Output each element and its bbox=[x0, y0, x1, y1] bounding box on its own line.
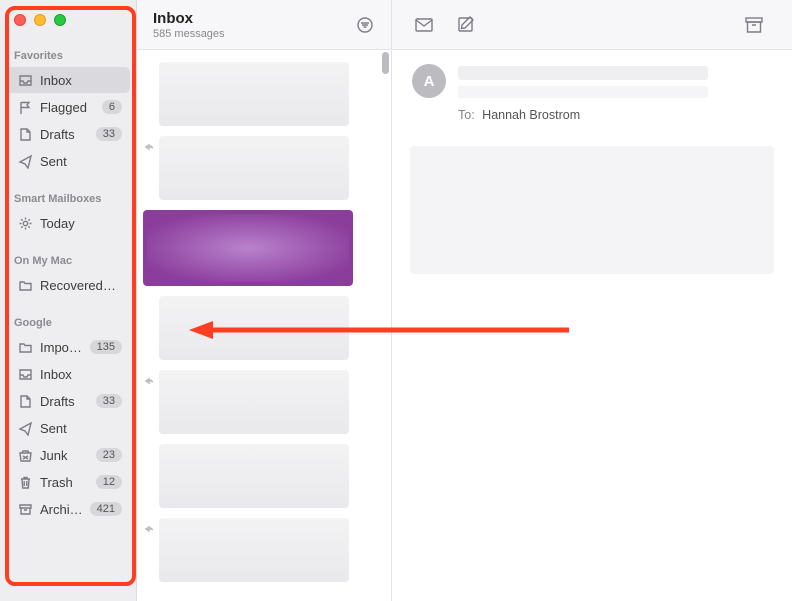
replied-icon bbox=[141, 522, 155, 536]
message-item[interactable] bbox=[159, 370, 349, 434]
archive-icon bbox=[744, 15, 764, 35]
window-controls bbox=[0, 0, 136, 26]
flag-icon bbox=[16, 100, 34, 115]
sidebar-item-label: Flagged bbox=[40, 100, 102, 115]
sidebar-item-drafts[interactable]: Drafts33 bbox=[6, 121, 130, 147]
message-item[interactable] bbox=[159, 296, 349, 360]
sidebar-item-today[interactable]: Today bbox=[6, 210, 130, 236]
sidebar-item-inbox[interactable]: Inbox bbox=[6, 361, 130, 387]
sidebar-item-label: Impo… bbox=[40, 340, 90, 355]
to-label: To: bbox=[458, 108, 475, 122]
count-badge: 23 bbox=[96, 448, 122, 462]
count-badge: 421 bbox=[90, 502, 122, 516]
filter-button[interactable] bbox=[351, 11, 379, 39]
envelope-icon bbox=[414, 15, 434, 35]
message-body-redacted bbox=[410, 146, 774, 274]
sidebar-item-sent[interactable]: Sent bbox=[6, 415, 130, 441]
message-list[interactable] bbox=[137, 50, 391, 601]
gear-icon bbox=[16, 216, 34, 231]
message-list-header: Inbox 585 messages bbox=[137, 0, 391, 50]
sidebar-section-header: Smart Mailboxes bbox=[0, 175, 136, 209]
reply-button[interactable] bbox=[406, 10, 442, 40]
sidebar-item-junk[interactable]: Junk23 bbox=[6, 442, 130, 468]
filter-icon bbox=[356, 16, 374, 34]
plane-icon bbox=[16, 421, 34, 436]
from-redacted bbox=[458, 66, 708, 80]
sidebar: FavoritesInboxFlagged6Drafts33SentSmart … bbox=[0, 0, 137, 601]
archive-icon bbox=[16, 502, 34, 517]
zoom-window-button[interactable] bbox=[54, 14, 66, 26]
message-item[interactable] bbox=[159, 136, 349, 200]
sidebar-section-header: Favorites bbox=[0, 26, 136, 66]
junk-icon bbox=[16, 448, 34, 463]
sidebar-item-label: Sent bbox=[40, 154, 122, 169]
replied-icon bbox=[141, 140, 155, 154]
doc-icon bbox=[16, 394, 34, 409]
message-item[interactable] bbox=[143, 210, 353, 286]
sidebar-section-header: Google bbox=[0, 299, 136, 333]
message-item[interactable] bbox=[159, 518, 349, 582]
count-badge: 33 bbox=[96, 127, 122, 141]
to-line: To: Hannah Brostrom bbox=[458, 108, 772, 122]
sidebar-item-drafts[interactable]: Drafts33 bbox=[6, 388, 130, 414]
sidebar-item-label: Archi… bbox=[40, 502, 90, 517]
message-item[interactable] bbox=[159, 444, 349, 508]
sidebar-item-label: Sent bbox=[40, 421, 122, 436]
archive-button[interactable] bbox=[736, 10, 772, 40]
compose-icon bbox=[456, 15, 476, 35]
folder-icon bbox=[16, 278, 34, 293]
reader-toolbar bbox=[392, 0, 792, 50]
sidebar-item-label: Junk bbox=[40, 448, 96, 463]
sidebar-item-recovered[interactable]: Recovered… bbox=[6, 272, 130, 298]
count-badge: 6 bbox=[102, 100, 122, 114]
close-window-button[interactable] bbox=[14, 14, 26, 26]
sidebar-item-archi[interactable]: Archi…421 bbox=[6, 496, 130, 522]
message-item[interactable] bbox=[159, 62, 349, 126]
count-badge: 135 bbox=[90, 340, 122, 354]
sidebar-item-label: Trash bbox=[40, 475, 96, 490]
compose-button[interactable] bbox=[448, 10, 484, 40]
replied-icon bbox=[141, 374, 155, 388]
mailbox-subtitle: 585 messages bbox=[153, 28, 225, 40]
avatar: A bbox=[412, 64, 446, 98]
scrollbar-thumb[interactable] bbox=[382, 52, 389, 74]
sidebar-item-label: Inbox bbox=[40, 73, 122, 88]
mailbox-title: Inbox bbox=[153, 10, 225, 27]
sidebar-item-flagged[interactable]: Flagged6 bbox=[6, 94, 130, 120]
folder-icon bbox=[16, 340, 34, 355]
plane-icon bbox=[16, 154, 34, 169]
subject-redacted bbox=[458, 86, 708, 98]
message-list-pane: Inbox 585 messages bbox=[137, 0, 392, 601]
sidebar-item-label: Today bbox=[40, 216, 122, 231]
sidebar-item-label: Inbox bbox=[40, 367, 122, 382]
sidebar-item-label: Drafts bbox=[40, 394, 96, 409]
doc-icon bbox=[16, 127, 34, 142]
count-badge: 12 bbox=[96, 475, 122, 489]
sidebar-item-label: Recovered… bbox=[40, 278, 122, 293]
reading-pane: A To: Hannah Brostrom bbox=[392, 0, 792, 601]
minimize-window-button[interactable] bbox=[34, 14, 46, 26]
sidebar-item-sent[interactable]: Sent bbox=[6, 148, 130, 174]
message-header: A To: Hannah Brostrom bbox=[392, 50, 792, 132]
sidebar-item-impo[interactable]: Impo…135 bbox=[6, 334, 130, 360]
sidebar-section-header: On My Mac bbox=[0, 237, 136, 271]
count-badge: 33 bbox=[96, 394, 122, 408]
to-value: Hannah Brostrom bbox=[482, 108, 580, 122]
trash-icon bbox=[16, 475, 34, 490]
sidebar-item-inbox[interactable]: Inbox bbox=[6, 67, 130, 93]
sidebar-item-trash[interactable]: Trash12 bbox=[6, 469, 130, 495]
sidebar-item-label: Drafts bbox=[40, 127, 96, 142]
tray-icon bbox=[16, 73, 34, 88]
tray-icon bbox=[16, 367, 34, 382]
